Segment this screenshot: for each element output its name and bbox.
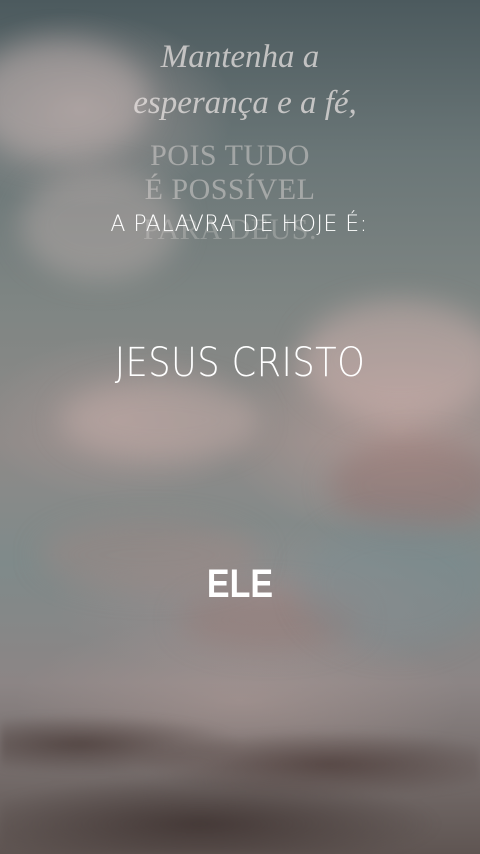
word-of-day-label: A PALAVRA DE HOJE É: <box>110 212 368 237</box>
cloud <box>60 380 260 460</box>
quote-line-4: É POSSÍVEL <box>144 173 316 206</box>
background-sky-image: Mantenha a esperança e a fé, POIS TUDO É… <box>0 0 480 854</box>
quote-line-2: esperança e a fé, <box>133 85 357 121</box>
cloud <box>330 440 480 530</box>
main-heading: JESUS CRISTO <box>114 340 366 386</box>
quote-line-3: POIS TUDO <box>150 139 310 172</box>
emphasis-word: ELE <box>206 562 274 606</box>
dark-cloud-band <box>0 704 480 854</box>
quote-line-1: Mantenha a <box>160 39 320 75</box>
